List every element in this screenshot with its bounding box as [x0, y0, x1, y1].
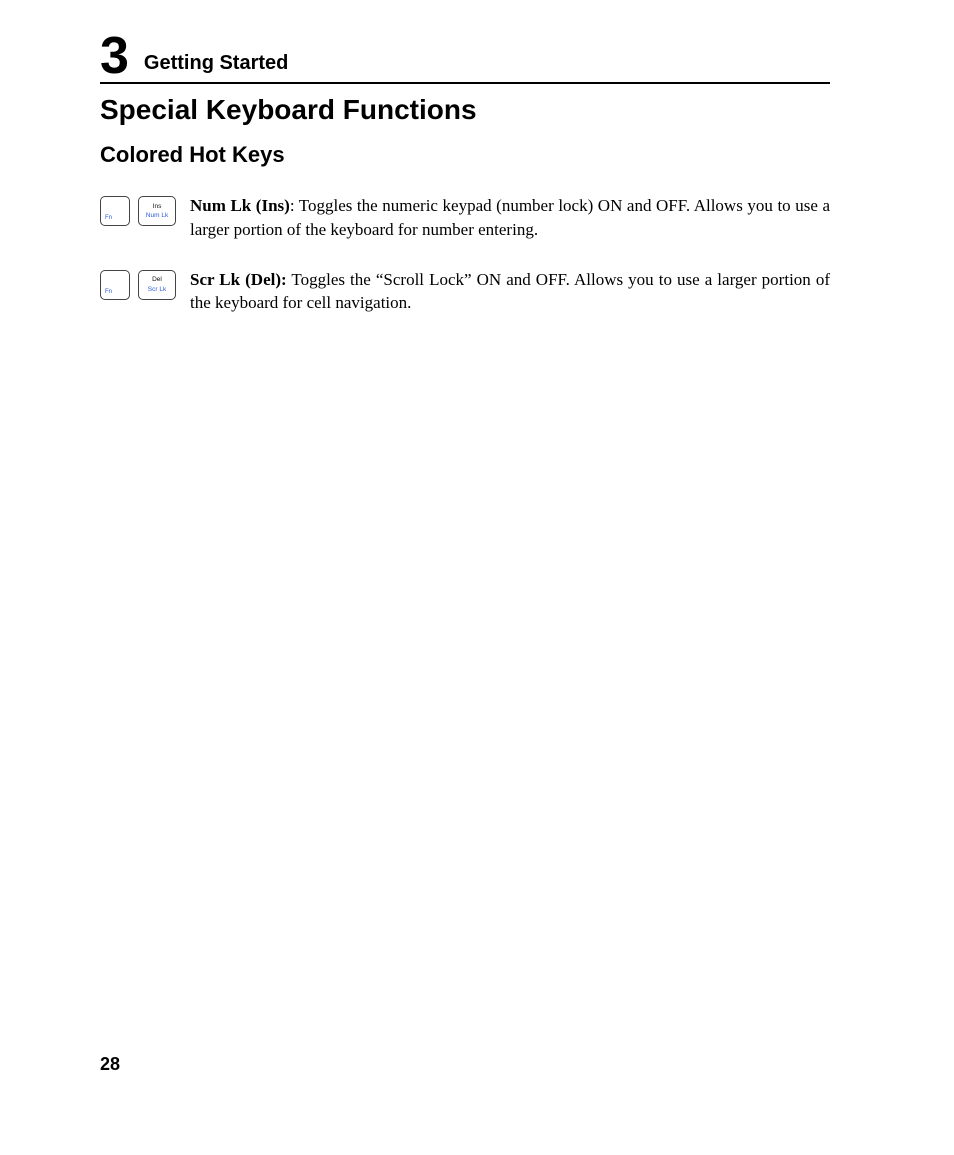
- fn-key-label: Fn: [105, 289, 112, 296]
- chapter-title: Getting Started: [144, 52, 288, 75]
- fn-key-icon: Fn: [100, 196, 130, 226]
- key-bottom-label: Num Lk: [146, 212, 168, 219]
- del-key-icon: Del Scr Lk: [138, 270, 176, 300]
- fn-key-label: Fn: [105, 215, 112, 222]
- fn-key-icon: Fn: [100, 270, 130, 300]
- chapter-number: 3: [100, 30, 128, 82]
- section-heading: Special Keyboard Functions: [100, 94, 830, 126]
- hotkey-description: Scr Lk (Del): Toggles the “Scroll Lock” …: [190, 268, 830, 316]
- separator: :: [290, 196, 299, 215]
- hotkey-entry: Fn Del Scr Lk Scr Lk (Del): Toggles the …: [100, 268, 830, 316]
- key-top-label: Del: [152, 276, 162, 283]
- key-combo: Fn Del Scr Lk: [100, 268, 190, 300]
- page-content: 3 Getting Started Special Keyboard Funct…: [100, 30, 830, 341]
- hotkey-name: Num Lk (Ins): [190, 196, 290, 215]
- subsection-heading: Colored Hot Keys: [100, 142, 830, 168]
- hotkey-name: Scr Lk (Del):: [190, 270, 287, 289]
- key-combo: Fn Ins Num Lk: [100, 194, 190, 226]
- key-bottom-label: Scr Lk: [148, 286, 166, 293]
- key-top-label: Ins: [153, 203, 162, 210]
- chapter-header: 3 Getting Started: [100, 30, 830, 84]
- hotkey-entry: Fn Ins Num Lk Num Lk (Ins): Toggles the …: [100, 194, 830, 242]
- hotkey-description: Num Lk (Ins): Toggles the numeric keypad…: [190, 194, 830, 242]
- ins-key-icon: Ins Num Lk: [138, 196, 176, 226]
- page-number: 28: [100, 1054, 120, 1075]
